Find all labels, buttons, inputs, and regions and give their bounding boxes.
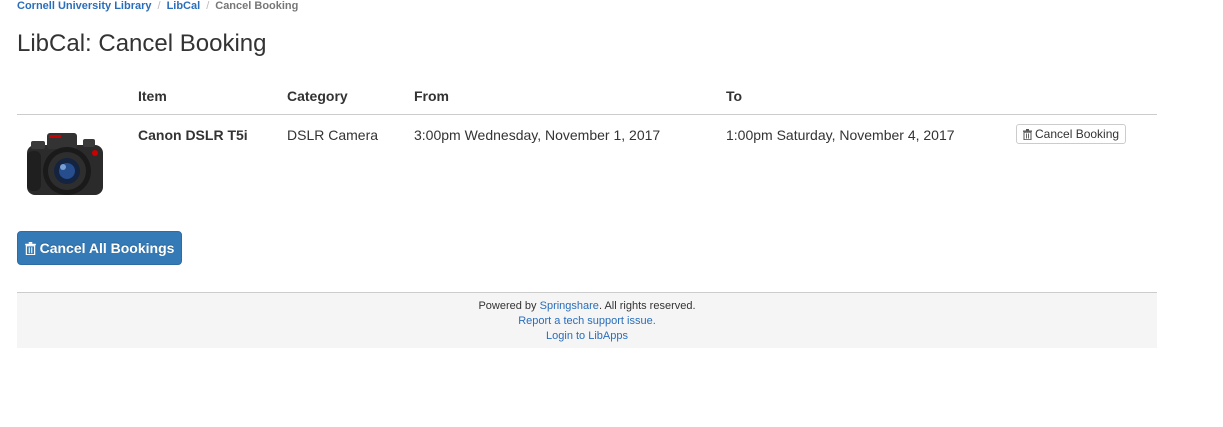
camera-image xyxy=(27,133,103,195)
cancel-all-bookings-label: Cancel All Bookings xyxy=(39,240,175,256)
cancel-booking-button[interactable]: Cancel Booking xyxy=(1016,124,1127,144)
table-header: Item Category From To xyxy=(17,85,1157,115)
header-to: To xyxy=(726,88,743,104)
breadcrumb-separator: / xyxy=(157,0,161,12)
breadcrumb-link-libcal[interactable]: LibCal xyxy=(167,0,201,12)
footer-powered-suffix: . All rights reserved. xyxy=(598,300,696,312)
breadcrumb-current: Cancel Booking xyxy=(215,0,299,12)
breadcrumb-link-library[interactable]: Cornell University Library xyxy=(17,0,152,12)
table-row: Canon DSLR T5i DSLR Camera 3:00pm Wednes… xyxy=(17,115,1157,215)
header-from: From xyxy=(414,88,449,104)
item-category: DSLR Camera xyxy=(287,127,379,143)
breadcrumb: Cornell University Library / LibCal / Cancel… xyxy=(17,0,298,13)
bookings-table: Item Category From To Canon DSLR T5i DSL… xyxy=(17,85,1157,215)
cancel-all-bookings-button[interactable]: Cancel All Bookings xyxy=(17,231,182,265)
header-item: Item xyxy=(138,88,167,104)
header-category: Category xyxy=(287,88,348,104)
tech-support-link[interactable]: Report a tech support issue. xyxy=(518,315,656,327)
trash-icon xyxy=(24,241,36,255)
springshare-link[interactable]: Springshare xyxy=(540,300,599,312)
cancel-booking-label: Cancel Booking xyxy=(1035,127,1120,141)
page-title: LibCal: Cancel Booking xyxy=(17,30,267,57)
footer-powered: Powered by Springshare. All rights reser… xyxy=(17,299,1157,314)
footer: Powered by Springshare. All rights reser… xyxy=(17,292,1157,348)
booking-to: 1:00pm Saturday, November 4, 2017 xyxy=(726,127,955,143)
trash-icon xyxy=(1023,128,1032,140)
item-name: Canon DSLR T5i xyxy=(138,127,248,143)
booking-from: 3:00pm Wednesday, November 1, 2017 xyxy=(414,127,661,143)
libapps-login-link[interactable]: Login to LibApps xyxy=(546,330,628,342)
footer-powered-prefix: Powered by xyxy=(478,300,537,312)
breadcrumb-separator: / xyxy=(206,0,210,12)
